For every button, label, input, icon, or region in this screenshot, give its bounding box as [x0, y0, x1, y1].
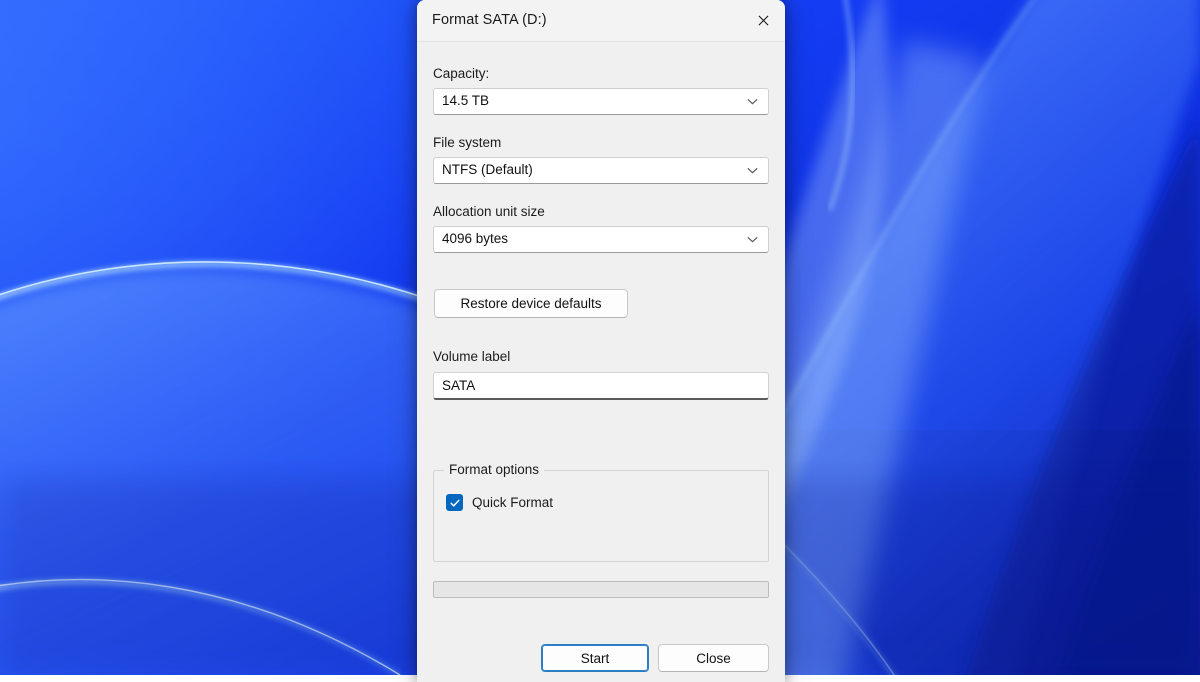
- close-icon[interactable]: [741, 0, 785, 41]
- format-dialog: Format SATA (D:) Capacity: 14.5 TB File …: [417, 0, 785, 682]
- format-options-groupbox: Format options Quick Format: [433, 470, 769, 562]
- allocation-unit-size-value: 4096 bytes: [442, 231, 508, 246]
- format-progress-bar: [433, 581, 769, 598]
- checkmark-icon: [446, 494, 463, 511]
- format-options-legend: Format options: [444, 462, 544, 477]
- capacity-label: Capacity:: [433, 66, 489, 81]
- allocation-unit-size-label: Allocation unit size: [433, 204, 545, 219]
- capacity-combobox[interactable]: 14.5 TB: [433, 88, 769, 115]
- capacity-value: 14.5 TB: [442, 93, 489, 108]
- chevron-down-icon: [746, 233, 759, 246]
- close-button[interactable]: Close: [658, 644, 769, 672]
- file-system-combobox[interactable]: NTFS (Default): [433, 157, 769, 184]
- allocation-unit-size-combobox[interactable]: 4096 bytes: [433, 226, 769, 253]
- restore-device-defaults-button[interactable]: Restore device defaults: [434, 289, 628, 318]
- volume-label-input[interactable]: [433, 372, 769, 400]
- quick-format-label: Quick Format: [472, 495, 553, 510]
- file-system-label: File system: [433, 135, 501, 150]
- quick-format-checkbox[interactable]: Quick Format: [446, 494, 553, 511]
- file-system-value: NTFS (Default): [442, 162, 533, 177]
- start-button[interactable]: Start: [541, 644, 649, 672]
- chevron-down-icon: [746, 164, 759, 177]
- volume-label-label: Volume label: [433, 349, 510, 364]
- dialog-title: Format SATA (D:): [432, 12, 547, 28]
- chevron-down-icon: [746, 95, 759, 108]
- dialog-titlebar: Format SATA (D:): [417, 0, 785, 42]
